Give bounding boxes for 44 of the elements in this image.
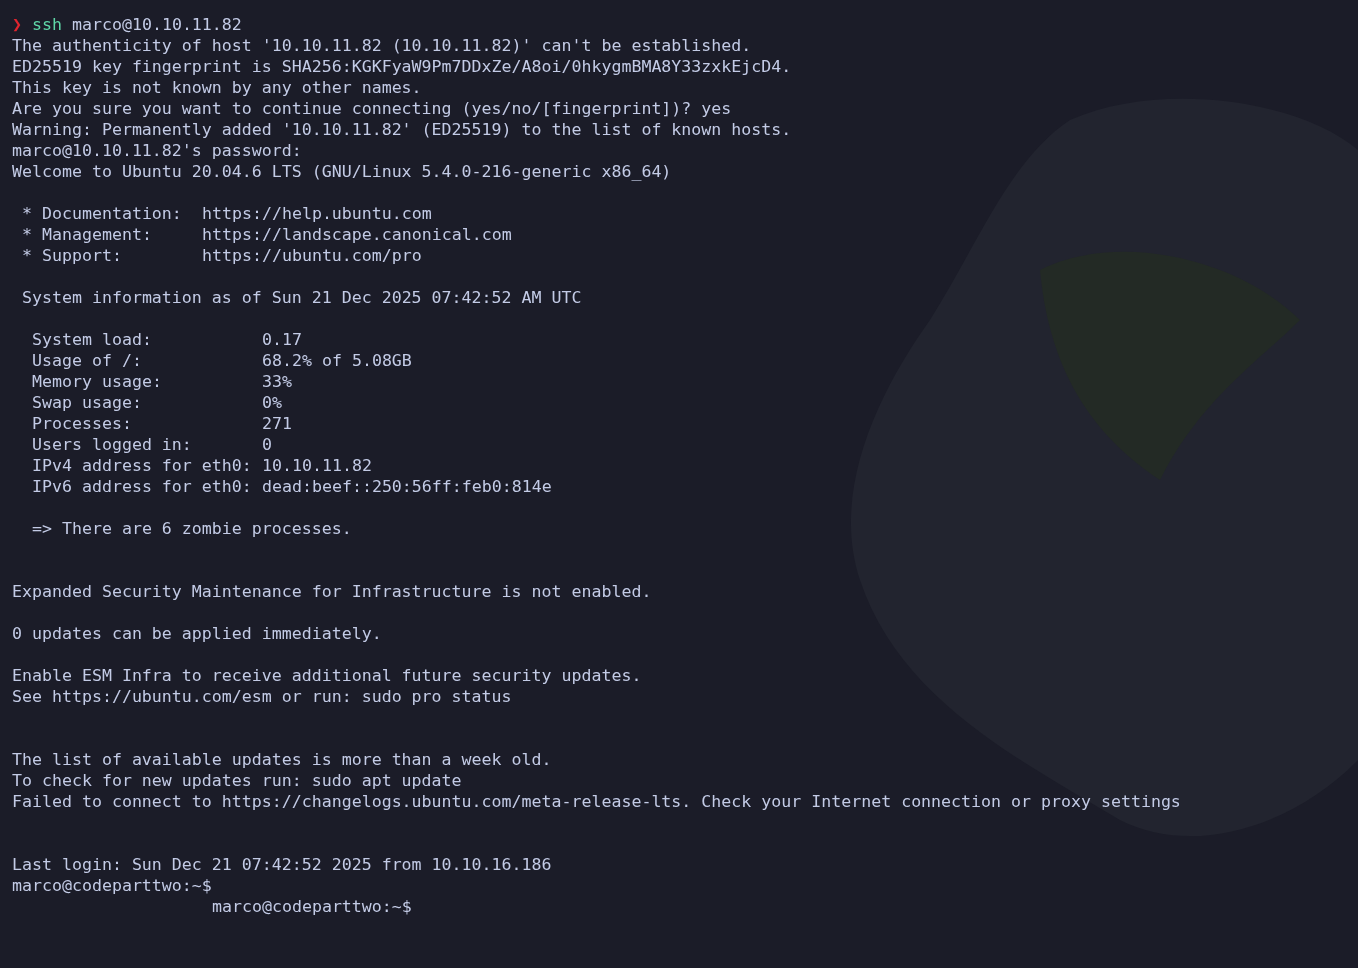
terminal-line: Failed to connect to https://changelogs.ubuntu.com/meta-release-lts. Check your Internet connection or proxy settings (12, 791, 1181, 812)
terminal-line: => There are 6 zombie processes. (32, 518, 352, 539)
terminal-line: The list of available updates is more than a week old. (12, 749, 552, 770)
info-url: https://landscape.canonical.com (202, 224, 512, 245)
info-label: * Management: (22, 224, 153, 245)
stat-label: Swap usage: (32, 392, 143, 413)
stat-label: Memory usage: (32, 371, 163, 392)
info-label: * Support: (22, 245, 123, 266)
stat-label: Users logged in: (32, 434, 193, 455)
terminal-line: 0 updates can be applied immediately. (12, 623, 382, 644)
stat-value: 68.2% of 5.08GB (262, 350, 412, 371)
terminal-line: marco@codeparttwo:~$ (12, 875, 212, 896)
info-label: * Documentation: (22, 203, 183, 224)
terminal-line: System information as of Sun 21 Dec 2025 07:42:52 AM UTC (22, 287, 582, 308)
stat-value: 0.17 (262, 329, 302, 350)
info-url: https://help.ubuntu.com (202, 203, 432, 224)
stat-value: 0% (262, 392, 282, 413)
stat-label: Processes: (32, 413, 133, 434)
terminal-line: Warning: Permanently added '10.10.11.82' (ED25519) to the list of known hosts. (12, 119, 792, 140)
terminal-line: Are you sure you want to continue connecting (yes/no/[fingerprint])? yes (12, 98, 732, 119)
terminal-line: ED25519 key fingerprint is SHA256:KGKFyaW9Pm7DDxZe/A8oi/0hkygmBMA8Y33zxkEjcD4. (12, 56, 792, 77)
terminal-line: Last login: Sun Dec 21 07:42:52 2025 from 10.10.16.186 (12, 854, 552, 875)
terminal-line: marco@codeparttwo:~$ (212, 896, 412, 917)
terminal-line: Expanded Security Maintenance for Infrastructure is not enabled. (12, 581, 652, 602)
terminal-line: See https://ubuntu.com/esm or run: sudo pro status (12, 686, 512, 707)
prompt-icon: ❯ (12, 14, 32, 35)
stat-label: IPv4 address for eth0: (32, 455, 253, 476)
terminal-line: To check for new updates run: sudo apt update (12, 770, 462, 791)
stat-label: System load: (32, 329, 153, 350)
command-argument: marco@10.10.11.82 (72, 14, 242, 35)
terminal-line: The authenticity of host '10.10.11.82 (10.10.11.82)' can't be established. (12, 35, 752, 56)
stat-value: 271 (262, 413, 292, 434)
stat-label: Usage of /: (32, 350, 143, 371)
terminal-line: Enable ESM Infra to receive additional future security updates. (12, 665, 642, 686)
terminal-line: Welcome to Ubuntu 20.04.6 LTS (GNU/Linux 5.4.0-216-generic x86_64) (12, 161, 672, 182)
command-text: ssh (32, 14, 62, 35)
stat-value: 33% (262, 371, 292, 392)
stat-value: 0 (262, 434, 272, 455)
terminal-line: This key is not known by any other names. (12, 77, 422, 98)
stat-label: IPv6 address for eth0: (32, 476, 253, 497)
stat-value: 10.10.11.82 (262, 455, 372, 476)
terminal-line: marco@10.10.11.82's password: (12, 140, 302, 161)
info-url: https://ubuntu.com/pro (202, 245, 422, 266)
stat-value: dead:beef::250:56ff:feb0:814e (262, 476, 552, 497)
